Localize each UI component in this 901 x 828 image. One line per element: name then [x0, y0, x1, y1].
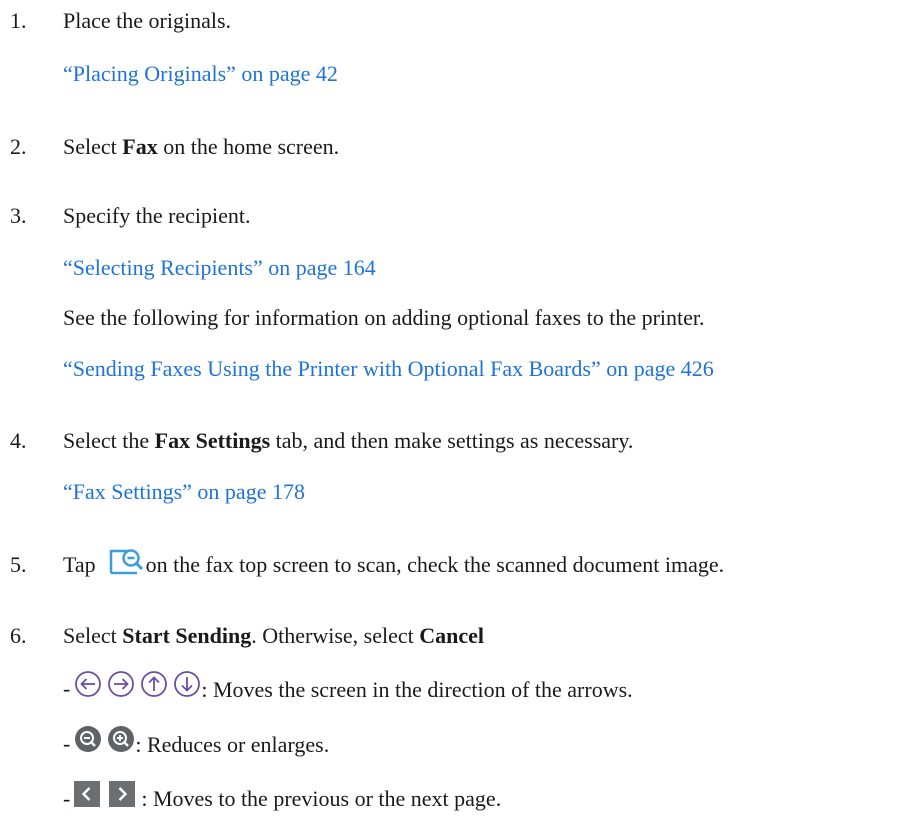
step-3-text: Specify the recipient. [63, 203, 251, 228]
step-5-pre: Tap [63, 552, 96, 577]
bullet-dash: - [63, 676, 71, 701]
bullet-dash: - [63, 786, 71, 811]
bullet-dash: - [63, 731, 71, 756]
bullet-arrows: - : Moves the screen in the direction of [63, 668, 633, 702]
step-6-number: 6. [10, 623, 27, 648]
step-2-post: on the home screen. [157, 134, 340, 159]
step-4-bold: Fax Settings [154, 428, 271, 453]
step-5-number: 5. [10, 552, 27, 577]
step-3-note: See the following for information on add… [63, 305, 705, 330]
step-2-number: 2. [10, 134, 27, 159]
step-3-link-2[interactable]: “Sending Faxes Using the Printer with Op… [63, 358, 714, 380]
bullet-zoom: - : Reduces or enlarges. [63, 724, 330, 757]
step-5-post: on the fax top screen to scan, check the… [145, 552, 725, 577]
step-6-mid: . Otherwise, select [251, 623, 420, 648]
step-6-text: Select Start Sending. Otherwise, select … [63, 625, 484, 647]
bullet-pages: - : Moves to the previous or the next pa… [63, 779, 502, 811]
step-1-link[interactable]: “Placing Originals” on page 42 [63, 63, 338, 85]
step-1-text: Place the originals. [63, 8, 232, 33]
arrow-left-icon [74, 670, 102, 698]
step-3-number: 3. [10, 203, 27, 228]
bullet-pages-text: : Moves to the previous or the next page… [141, 786, 502, 811]
arrow-down-icon [173, 670, 201, 698]
bullet-arrows-text: : Moves the screen in the direction of t… [201, 677, 633, 702]
step-2-text: Select Fax on the home screen. [63, 136, 339, 158]
step-2-pre: Select [63, 134, 123, 159]
zoom-in-icon [107, 725, 135, 753]
step-4-post: tab, and then make settings as necessary… [270, 428, 634, 453]
step-4-link[interactable]: “Fax Settings” on page 178 [63, 481, 305, 503]
zoom-out-icon [74, 725, 102, 753]
bullet-zoom-text: : Reduces or enlarges. [135, 732, 330, 757]
previous-page-icon [74, 781, 101, 807]
step-5-text: Tap on the fax top screen to scan, check… [63, 546, 724, 576]
arrow-right-icon [107, 670, 135, 698]
scan-preview-icon [109, 547, 144, 575]
step-6-bold: Start Sending [122, 623, 252, 648]
next-page-icon [109, 781, 136, 807]
step-4-number: 4. [10, 428, 27, 453]
step-2-bold: Fax [122, 134, 158, 159]
step-4-pre: Select the [63, 428, 155, 453]
arrow-up-icon [140, 670, 168, 698]
step-3-link[interactable]: “Selecting Recipients” on page 164 [63, 257, 376, 279]
step-6-bold-2: Cancel [419, 623, 485, 648]
step-4-text: Select the Fax Settings tab, and then ma… [63, 430, 633, 452]
step-1-number: 1. [10, 8, 27, 33]
step-6-pre: Select [63, 623, 123, 648]
